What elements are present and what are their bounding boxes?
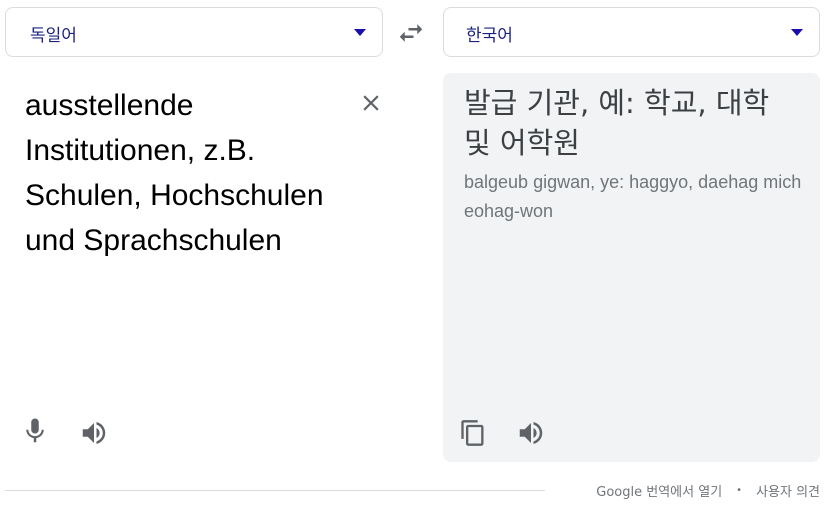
dropdown-arrow-icon	[791, 29, 803, 36]
source-text-input[interactable]: ausstellende Institutionen, z.B. Schulen…	[25, 83, 345, 263]
source-language-select[interactable]: 독일어	[5, 7, 383, 57]
target-language-label: 한국어	[466, 26, 513, 46]
copy-icon	[461, 420, 484, 446]
source-language-label: 독일어	[30, 26, 77, 46]
target-language-select[interactable]: 한국어	[443, 7, 820, 57]
open-in-translate-link[interactable]: Google 번역에서 열기	[596, 481, 722, 500]
footer-separator: •	[736, 485, 743, 496]
feedback-link[interactable]: 사용자 의견	[756, 481, 820, 500]
speaker-icon	[519, 422, 543, 444]
swap-languages-button[interactable]	[396, 18, 426, 48]
speaker-icon	[82, 422, 106, 444]
swap-arrows-icon	[399, 24, 423, 42]
translated-text: 발급 기관, 예: 학교, 대학 및 어학원	[464, 86, 770, 160]
voice-input-button[interactable]	[20, 415, 50, 447]
footer-divider	[5, 490, 545, 491]
microphone-icon	[26, 418, 44, 443]
close-icon	[363, 95, 379, 111]
translation-panel: 발급 기관, 예: 학교, 대학 및 어학원 balgeub gigwan, y…	[443, 73, 820, 462]
romanization-text: balgeub gigwan, ye: haggyo, daehag mich …	[464, 172, 802, 221]
clear-text-button[interactable]	[358, 90, 384, 116]
footer: Google 번역에서 열기 • 사용자 의견	[596, 481, 820, 500]
copy-translation-button[interactable]	[459, 418, 487, 448]
translation-listen-button[interactable]	[516, 418, 546, 448]
source-listen-button[interactable]	[79, 418, 109, 448]
dropdown-arrow-icon	[354, 29, 366, 36]
